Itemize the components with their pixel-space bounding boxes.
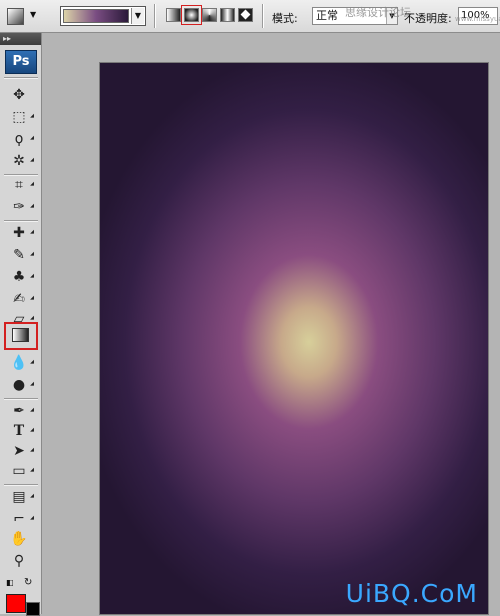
marquee-icon: ⬚ (12, 109, 26, 125)
type-icon: T (13, 423, 25, 439)
clone-stamp-tool[interactable]: ♣ ◢ (8, 267, 34, 287)
brush-tool[interactable]: ✎ ◢ (8, 245, 34, 265)
history-brush-icon: ✍ (13, 291, 25, 307)
angle-gradient-button[interactable] (202, 8, 217, 22)
chevron-down-icon[interactable]: ▼ (131, 8, 144, 24)
document-canvas[interactable]: UiBQ.CoM (100, 63, 488, 614)
mode-label: 模式: (272, 12, 298, 25)
magnifier-icon: ⚲ (13, 553, 25, 569)
marquee-tool[interactable]: ⬚ ◢ (8, 107, 34, 127)
eyedropper-icon: ⌐ (13, 511, 25, 527)
lasso-tool[interactable]: ϙ ◢ (8, 129, 34, 149)
shape-tool[interactable]: ▭ ◢ (8, 461, 34, 481)
site-watermark: UiBQ.CoM (345, 579, 478, 608)
move-tool[interactable]: ✥ (8, 85, 30, 105)
stamp-icon: ♣ (12, 269, 26, 285)
gradient-preview (63, 9, 129, 23)
arrow-icon: ➤ (13, 443, 25, 459)
chevron-down-icon: ▼ (30, 10, 37, 19)
blur-tool[interactable]: 💧 ◢ (8, 353, 34, 373)
reflected-gradient-button[interactable] (220, 8, 235, 22)
forum-url-watermark: www.missyuan.com (455, 15, 500, 23)
drop-icon: 💧 (10, 355, 28, 371)
mode-value: 正常 (316, 9, 338, 22)
divider (262, 4, 264, 28)
foreground-color-swatch[interactable] (6, 594, 26, 613)
magic-wand-tool[interactable]: ✲ ◢ (8, 151, 34, 171)
diamond-gradient-button[interactable] (238, 8, 253, 22)
notes-tool[interactable]: ▤ ◢ (8, 487, 34, 507)
slice-icon: ✑ (13, 199, 25, 215)
options-bar: ▼ ▼ 模式: 正常 ▼ 思缘设计论坛 不透明度: 100% www.missy… (0, 0, 500, 33)
crop-tool[interactable]: ⌗ ◢ (8, 175, 34, 195)
brush-icon: ✎ (13, 247, 25, 263)
magic-wand-icon: ✲ (13, 153, 25, 169)
path-selection-tool[interactable]: ➤ ◢ (8, 441, 34, 461)
swap-colors-icon[interactable]: ↻ (24, 577, 32, 588)
pen-tool[interactable]: ✒ ◢ (8, 401, 34, 421)
forum-watermark: 思缘设计论坛 (345, 6, 411, 19)
type-tool[interactable]: T ◢ (8, 421, 34, 441)
note-icon: ▤ (12, 489, 26, 505)
bandage-icon: ✚ (13, 225, 25, 241)
history-brush-tool[interactable]: ✍ ◢ (8, 289, 34, 309)
gradient-tool[interactable] (4, 322, 38, 350)
lasso-icon: ϙ (14, 131, 24, 147)
gradient-picker[interactable]: ▼ (60, 6, 146, 26)
opacity-label: 不透明度: (404, 12, 452, 25)
hand-icon: ✋ (10, 531, 28, 547)
healing-brush-tool[interactable]: ✚ ◢ (8, 223, 34, 243)
move-icon: ✥ (13, 87, 25, 103)
gradient-icon (12, 328, 29, 342)
eyedropper-slice-tool[interactable]: ✑ ◢ (8, 197, 34, 217)
eyedropper-tool[interactable]: ⌐ ◢ (8, 509, 34, 529)
default-colors-icon[interactable]: ◧ (6, 578, 14, 587)
toolbox-collapse-handle[interactable]: ▸▸ (0, 33, 41, 45)
crop-icon: ⌗ (15, 177, 23, 193)
zoom-tool[interactable]: ⚲ (8, 551, 30, 571)
hand-tool[interactable]: ✋ (8, 529, 30, 549)
pen-icon: ✒ (13, 403, 25, 419)
radial-gradient-button[interactable] (181, 5, 202, 25)
toolbox: ▸▸ Ps ✥ ⬚ ◢ ϙ ◢ ✲ ◢ ⌗ ◢ ✑ ◢ ✚ ◢ ✎ ◢ ♣ ◢ ✍ ◢ ▱ ◢ 💧 ◢… (0, 33, 42, 616)
photoshop-logo[interactable]: Ps (5, 50, 37, 74)
rectangle-icon: ▭ (12, 463, 26, 479)
gradient-preset-icon (7, 8, 24, 25)
linear-gradient-button[interactable] (166, 8, 181, 22)
divider (154, 4, 156, 28)
dodge-tool[interactable]: ● ◢ (8, 375, 34, 395)
tool-preset-picker[interactable]: ▼ (4, 6, 44, 26)
divider (4, 77, 38, 79)
dodge-icon: ● (12, 377, 26, 393)
